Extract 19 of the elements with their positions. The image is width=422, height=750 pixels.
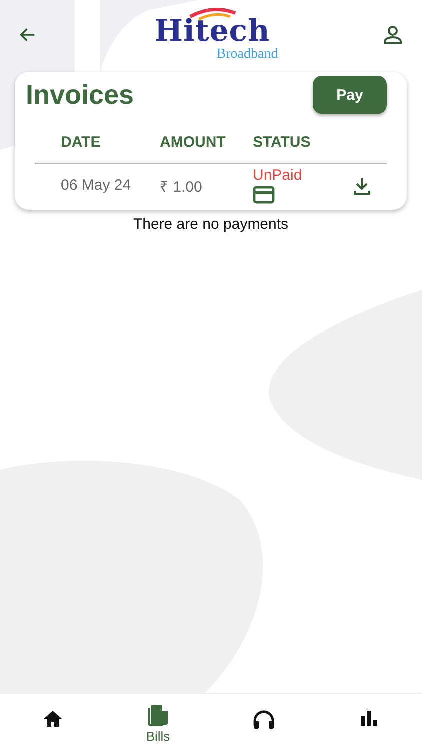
empty-message: There are no payments <box>132 216 290 233</box>
profile-button[interactable] <box>381 23 405 47</box>
bar-chart-icon <box>360 710 378 726</box>
status-text: UnPaid <box>253 167 302 184</box>
table-cell-text: ₹ 1.00 <box>160 178 204 196</box>
table-cell-text: 06 May 24 <box>61 177 132 194</box>
document-icon <box>147 704 170 728</box>
pay-button[interactable]: Pay <box>313 76 387 114</box>
column-header: STATUS <box>253 134 312 151</box>
logo-title: Hitech <box>154 16 270 48</box>
headphones-icon <box>252 710 275 730</box>
column-header: AMOUNT <box>160 134 227 151</box>
credit-card-icon[interactable] <box>253 186 275 204</box>
card-title: Invoices <box>26 80 134 110</box>
home-icon <box>42 710 63 728</box>
logo-subtitle: Broadband <box>216 48 278 62</box>
nav-tab[interactable]: Bills <box>106 694 211 750</box>
nav-label: Bills <box>146 729 170 744</box>
column-header: DATE <box>61 134 102 151</box>
